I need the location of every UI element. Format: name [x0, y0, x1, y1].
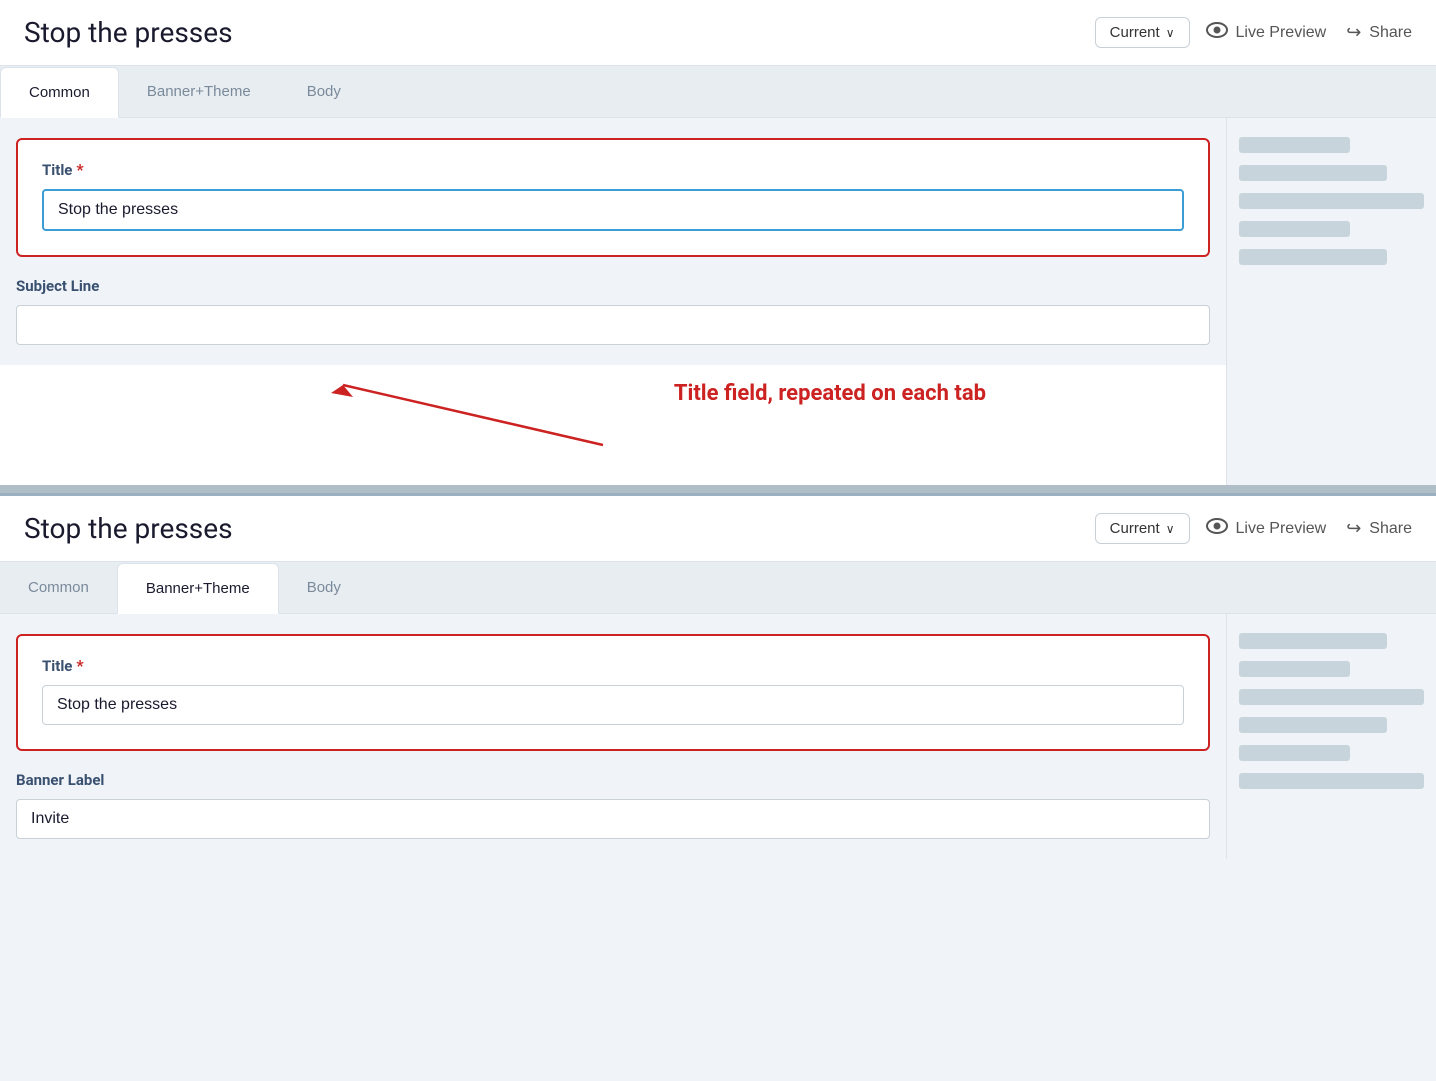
live-preview-label-2: Live Preview — [1236, 520, 1327, 538]
tabs-bar-2: Common Banner+Theme Body — [0, 562, 1436, 614]
tab-body-1[interactable]: Body — [279, 66, 369, 117]
sidebar-line — [1239, 745, 1350, 761]
version-dropdown-1[interactable]: Current ∨ — [1095, 17, 1190, 48]
panel-1-header: Stop the presses Current ∨ Live Preview — [0, 0, 1436, 66]
tab-body-2[interactable]: Body — [279, 562, 369, 613]
required-star-2: * — [76, 656, 83, 675]
title-label-2: Title * — [42, 656, 1184, 675]
share-icon-1: ↪ — [1346, 22, 1361, 43]
eye-icon-2 — [1206, 518, 1228, 539]
title-section-1: Title * — [16, 138, 1210, 257]
version-dropdown-2[interactable]: Current ∨ — [1095, 513, 1190, 544]
panel-2-main: Title * Banner Label — [0, 614, 1226, 859]
sidebar-line — [1239, 193, 1424, 209]
panel-1: Stop the presses Current ∨ Live Preview — [0, 0, 1436, 485]
sidebar-line — [1239, 773, 1424, 789]
tabs-bar-1: Common Banner+Theme Body — [0, 66, 1436, 118]
subject-line-section-1: Subject Line — [0, 273, 1226, 365]
main-layout: Stop the presses Current ∨ Live Preview — [0, 0, 1436, 859]
share-label-1: Share — [1369, 24, 1412, 42]
panel-2: Stop the presses Current ∨ Live Preview — [0, 493, 1436, 859]
subject-line-label-1: Subject Line — [16, 277, 1210, 295]
banner-label-label: Banner Label — [16, 771, 1210, 789]
annotation-text: Title field, repeated on each tab — [674, 380, 986, 409]
share-button-2[interactable]: ↪ Share — [1346, 518, 1412, 539]
sidebar-line — [1239, 661, 1350, 677]
share-label-2: Share — [1369, 520, 1412, 538]
required-star-1: * — [76, 160, 83, 179]
tab-banner-theme-1[interactable]: Banner+Theme — [119, 66, 279, 117]
panel-1-content: Title * Subject Line — [0, 118, 1436, 485]
page-title-1: Stop the presses — [24, 16, 1079, 49]
sidebar-line — [1239, 689, 1424, 705]
sidebar-line — [1239, 633, 1387, 649]
chevron-down-icon-2: ∨ — [1166, 522, 1175, 536]
share-icon-2: ↪ — [1346, 518, 1361, 539]
tab-common-1[interactable]: Common — [0, 67, 119, 118]
panel-2-content: Title * Banner Label — [0, 614, 1436, 859]
sidebar-line — [1239, 165, 1387, 181]
sidebar-line — [1239, 249, 1387, 265]
panel-divider — [0, 485, 1436, 493]
header-actions-2: Live Preview ↪ Share — [1206, 518, 1413, 539]
page-title-2: Stop the presses — [24, 512, 1079, 545]
banner-label-section: Banner Label — [0, 767, 1226, 859]
title-label-1: Title * — [42, 160, 1184, 179]
live-preview-label-1: Live Preview — [1236, 24, 1327, 42]
eye-icon-1 — [1206, 22, 1228, 43]
version-label-2: Current — [1110, 520, 1160, 537]
version-label-1: Current — [1110, 24, 1160, 41]
panel-1-main: Title * Subject Line — [0, 118, 1226, 485]
tab-banner-theme-2[interactable]: Banner+Theme — [117, 563, 279, 614]
sidebar-stub-2 — [1226, 614, 1436, 859]
share-button-1[interactable]: ↪ Share — [1346, 22, 1412, 43]
live-preview-button-1[interactable]: Live Preview — [1206, 22, 1327, 43]
title-input-2[interactable] — [42, 685, 1184, 725]
sidebar-line — [1239, 137, 1350, 153]
header-actions-1: Live Preview ↪ Share — [1206, 22, 1413, 43]
banner-label-input[interactable] — [16, 799, 1210, 839]
sidebar-line — [1239, 221, 1350, 237]
tab-common-2[interactable]: Common — [0, 562, 117, 613]
title-input-1[interactable] — [42, 189, 1184, 231]
sidebar-line — [1239, 717, 1387, 733]
sidebar-stub-1 — [1226, 118, 1436, 485]
live-preview-button-2[interactable]: Live Preview — [1206, 518, 1327, 539]
annotation-arrows — [0, 365, 1226, 485]
annotation-area: Title field, repeated on each tab — [0, 365, 1226, 485]
chevron-down-icon-1: ∨ — [1166, 26, 1175, 40]
subject-line-input-1[interactable] — [16, 305, 1210, 345]
title-section-2: Title * — [16, 634, 1210, 751]
panel-2-header: Stop the presses Current ∨ Live Preview — [0, 496, 1436, 562]
